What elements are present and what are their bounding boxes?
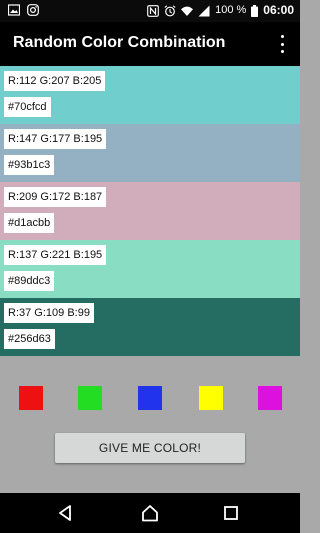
battery-percent: 100 % xyxy=(215,4,247,16)
swatch-yellow[interactable] xyxy=(199,386,223,410)
home-icon[interactable] xyxy=(140,503,160,523)
color-row: R:37 G:109 B:99 #256d63 xyxy=(0,298,300,356)
hex-label: #70cfcd xyxy=(4,97,51,117)
hex-label: #89ddc3 xyxy=(4,271,55,291)
swatch-red[interactable] xyxy=(19,386,43,410)
hex-label: #256d63 xyxy=(4,329,55,349)
color-row: R:112 G:207 B:205 #70cfcd xyxy=(0,66,300,124)
swatch-blue[interactable] xyxy=(138,386,162,410)
color-row: R:137 G:221 B:195 #89ddc3 xyxy=(0,240,300,298)
swatch-green[interactable] xyxy=(78,386,102,410)
rgb-label: R:112 G:207 B:205 xyxy=(4,71,106,91)
signal-icon xyxy=(198,5,210,16)
status-time: 06:00 xyxy=(263,3,294,17)
nfc-icon xyxy=(147,4,159,17)
color-row: R:147 G:177 B:195 #93b1c3 xyxy=(0,124,300,182)
back-icon[interactable] xyxy=(56,503,76,523)
color-list: R:112 G:207 B:205 #70cfcd R:147 G:177 B:… xyxy=(0,66,300,356)
app-bar: Random Color Combination xyxy=(0,22,300,66)
status-left-icons xyxy=(8,4,39,16)
wifi-icon xyxy=(181,6,194,16)
status-bar: 100 % 06:00 xyxy=(0,0,300,22)
hex-label: #d1acbb xyxy=(4,213,55,233)
instagram-icon xyxy=(27,4,39,16)
rgb-label: R:209 G:172 B:187 xyxy=(4,187,107,207)
status-right-icons: 100 % 06:00 xyxy=(147,4,294,17)
alarm-icon xyxy=(164,4,176,16)
rgb-label: R:37 G:109 B:99 xyxy=(4,303,94,323)
image-icon xyxy=(8,4,20,16)
hex-label: #93b1c3 xyxy=(4,155,55,175)
swatch-row xyxy=(0,386,300,410)
color-row: R:209 G:172 B:187 #d1acbb xyxy=(0,182,300,240)
app-title: Random Color Combination xyxy=(13,34,226,51)
rgb-label: R:137 G:221 B:195 xyxy=(4,245,107,265)
nav-bar xyxy=(0,493,300,533)
recents-icon[interactable] xyxy=(221,503,241,523)
more-vert-icon[interactable] xyxy=(274,35,290,53)
battery-icon xyxy=(251,4,259,17)
swatch-magenta[interactable] xyxy=(258,386,282,410)
give-me-color-button[interactable]: GIVE ME COLOR! xyxy=(55,433,245,463)
rgb-label: R:147 G:177 B:195 xyxy=(4,129,107,149)
